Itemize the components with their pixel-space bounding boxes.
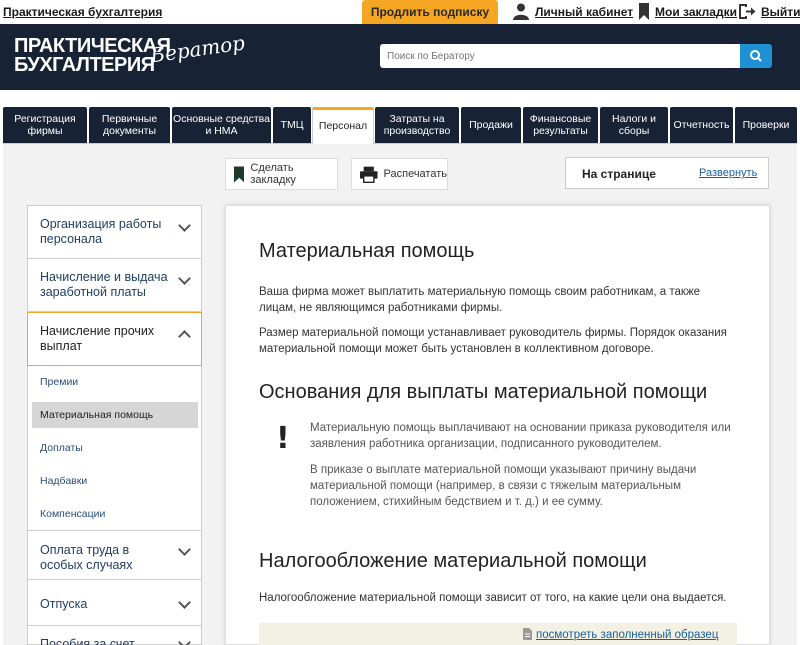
article-paragraph: Налогообложение материальной помощи зави…: [259, 592, 727, 604]
sidebar-item-label: Организация работы персонала: [40, 217, 162, 246]
top-bar: Практическая бухгалтерия Продлить подпис…: [0, 0, 800, 24]
site-header: ПРАКТИЧЕСКАЯ БУХГАЛТЕРИЯ Бератор: [0, 24, 800, 90]
site-logo[interactable]: ПРАКТИЧЕСКАЯ БУХГАЛТЕРИЯ: [14, 36, 171, 76]
chevron-down-icon: [178, 596, 191, 609]
make-bookmark-label: Сделать закладку: [250, 162, 296, 186]
sidebar-subitem-surcharges[interactable]: Доплаты: [28, 442, 201, 454]
chevron-down-icon: [178, 636, 191, 645]
sidebar-subitem-compensations[interactable]: Компенсации: [28, 508, 201, 520]
bookmarks-link[interactable]: Мои закладки: [655, 5, 737, 19]
tab-inspections[interactable]: Проверки: [735, 107, 797, 143]
tab-fixed-assets[interactable]: Основные средства и НМА: [172, 107, 271, 143]
account-link[interactable]: Личный кабинет: [535, 5, 633, 19]
sidebar-item-label: Начисление и выдача заработной платы: [40, 270, 168, 299]
print-button[interactable]: Распечатать: [351, 158, 448, 190]
note-paragraph: В приказе о выплате материальной помощи …: [310, 464, 697, 508]
sidebar-item-label: Пособия за счет: [40, 637, 135, 645]
tab-sales[interactable]: Продажи: [461, 107, 521, 143]
section-heading-grounds: Основания для выплаты материальной помощ…: [259, 381, 708, 403]
expand-link[interactable]: Развернуть: [699, 167, 757, 179]
sidebar-item-label: Начисление прочих выплат: [40, 324, 155, 353]
sidebar-item-staff-organization[interactable]: Организация работы персонала: [28, 206, 201, 259]
article-paragraph: Размер материальной помощи устанавливает…: [259, 327, 727, 355]
document-icon: [523, 628, 532, 640]
sidebar-subitem-allowances[interactable]: Надбавки: [28, 475, 201, 487]
sidebar-menu: Организация работы персонала Начисление …: [27, 205, 202, 645]
sample-box: посмотреть заполненный образец: [259, 623, 737, 645]
tab-financial-results[interactable]: Финансовые результаты: [523, 107, 598, 143]
tab-tmc[interactable]: ТМЦ: [273, 107, 311, 143]
tab-production-costs[interactable]: Затраты на производство: [375, 107, 459, 143]
article: Материальная помощь Ваша фирма может вып…: [225, 205, 770, 645]
note-paragraph: Материальную помощь выплачивают на основ…: [310, 422, 731, 450]
on-page-title: На странице: [582, 167, 656, 181]
search-icon: [750, 50, 762, 62]
chevron-down-icon: [178, 219, 191, 232]
chevron-down-icon: [178, 272, 191, 285]
logo-line-2: БУХГАЛТЕРИЯ: [14, 54, 155, 76]
sidebar-item-label: Отпуска: [40, 597, 88, 611]
section-heading-taxation: Налогообложение материальной помощи: [259, 550, 647, 572]
print-label: Распечатать: [383, 168, 447, 180]
bookmark-icon: [234, 165, 245, 183]
sidebar-item-special-cases[interactable]: Оплата труда в особых случаях: [28, 530, 201, 580]
make-bookmark-button[interactable]: Сделать закладку: [225, 158, 338, 190]
logout-link[interactable]: Выйти: [761, 5, 800, 19]
bookmark-icon: [639, 3, 649, 20]
tab-taxes[interactable]: Налоги и сборы: [600, 107, 668, 143]
chevron-up-icon: [178, 330, 191, 343]
search-field[interactable]: [380, 44, 740, 68]
view-sample-link[interactable]: посмотреть заполненный образец: [536, 629, 718, 641]
chevron-down-icon: [178, 543, 191, 556]
sidebar-subitem-bonuses[interactable]: Премии: [28, 376, 201, 388]
tab-primary-documents[interactable]: Первичные документы: [89, 107, 170, 143]
article-title: Материальная помощь: [259, 240, 475, 262]
sidebar-item-benefits[interactable]: Пособия за счет: [28, 626, 201, 645]
user-icon: [513, 3, 529, 20]
sidebar-item-label: Оплата труда в особых случаях: [40, 543, 133, 572]
tab-registration[interactable]: Регистрация фирмы: [3, 107, 87, 143]
tab-personnel[interactable]: Персонал: [312, 107, 374, 144]
tab-reporting[interactable]: Отчетность: [670, 107, 733, 143]
renew-subscription-button[interactable]: Продлить подписку: [362, 0, 498, 24]
brand-link[interactable]: Практическая бухгалтерия: [3, 5, 162, 19]
on-page-panel: На странице Развернуть: [565, 157, 769, 189]
exclamation-icon: !: [276, 421, 290, 456]
sidebar-item-other-payments[interactable]: Начисление прочих выплат: [27, 312, 202, 366]
search-button[interactable]: [740, 44, 772, 68]
article-paragraph: Ваша фирма может выплатить материальную …: [259, 286, 701, 314]
sidebar-subitem-financial-aid[interactable]: Материальная помощь: [32, 402, 198, 428]
sidebar-item-vacations[interactable]: Отпуска: [28, 580, 201, 626]
logout-icon: [739, 4, 756, 19]
search-input[interactable]: [380, 44, 740, 68]
sidebar-item-salary[interactable]: Начисление и выдача заработной платы: [28, 259, 201, 312]
printer-icon: [360, 166, 378, 183]
